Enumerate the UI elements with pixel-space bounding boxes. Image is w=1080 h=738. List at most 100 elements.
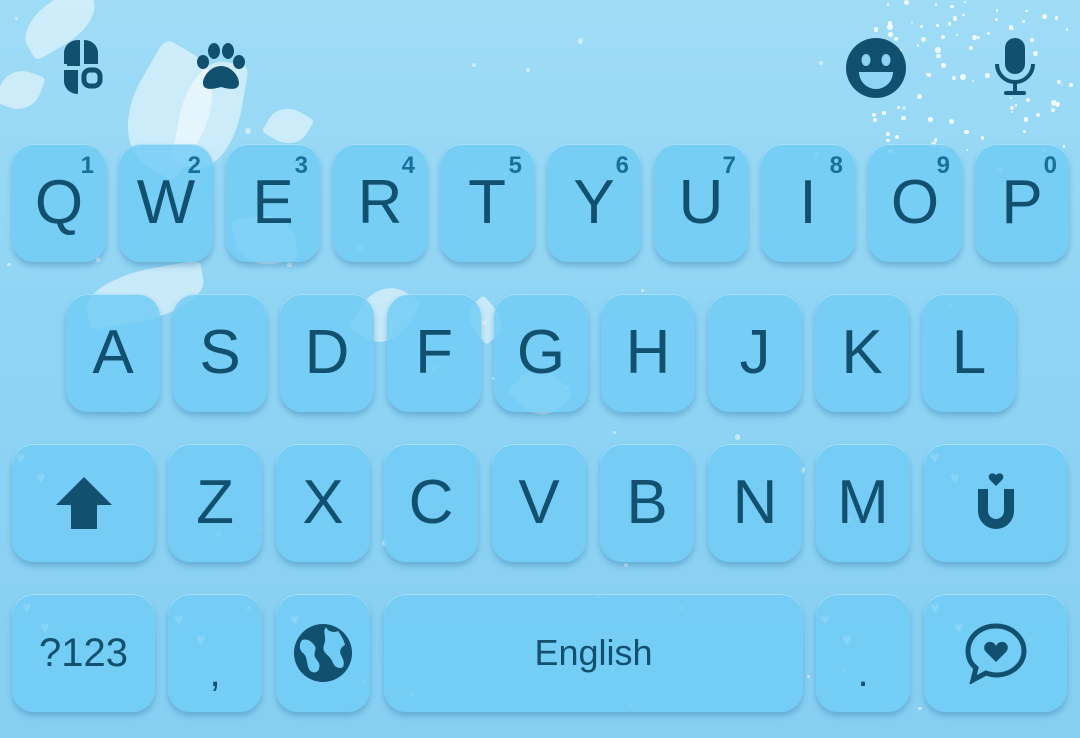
key-z[interactable]: Z (168, 444, 262, 562)
key-o[interactable]: O9 (868, 144, 962, 262)
sparkle-dot (1042, 14, 1047, 19)
key-t[interactable]: T5 (440, 144, 534, 262)
key-h-label: H (625, 318, 671, 387)
key-r[interactable]: R4 (333, 144, 427, 262)
key-w-number-hint: 2 (187, 152, 201, 179)
voice-input-button[interactable] (982, 34, 1048, 100)
sparkle-dot (947, 22, 952, 27)
key-s[interactable]: S (173, 294, 267, 412)
sparkle-dot (934, 3, 938, 7)
sparkle-dot (1025, 10, 1028, 13)
sparkle-dot (1062, 145, 1066, 149)
magnet-icon (977, 473, 1014, 529)
sparkle-dot (920, 36, 927, 43)
space-bar[interactable]: English (384, 594, 803, 712)
sparkle-dot (952, 16, 958, 21)
sticker-paw-button[interactable] (188, 34, 254, 100)
sparkle-dot (525, 67, 531, 73)
symbols-key[interactable]: ?123 (12, 594, 155, 712)
language-switch-key[interactable] (276, 594, 370, 712)
sparkle-dot (1010, 26, 1015, 30)
emoji-button[interactable] (842, 34, 910, 102)
key-i[interactable]: I8 (761, 144, 855, 262)
sparkle-dot (928, 117, 933, 122)
sparkle-dot (1036, 112, 1041, 117)
sparkle-dot (734, 434, 741, 440)
key-y-label: Y (573, 168, 615, 237)
key-o-number-hint: 9 (936, 152, 950, 179)
key-l[interactable]: L (922, 294, 1016, 412)
theme-clover-button[interactable] (48, 34, 114, 100)
key-d[interactable]: D (280, 294, 374, 412)
key-n[interactable]: N (708, 444, 802, 562)
sparkle-dot (917, 94, 923, 100)
sparkle-dot (940, 62, 946, 68)
key-f[interactable]: F (387, 294, 481, 412)
key-t-number-hint: 5 (508, 152, 522, 179)
globe-icon (294, 624, 352, 682)
key-w[interactable]: W2 (119, 144, 213, 262)
microphone-icon (995, 38, 1035, 95)
sparkle-dot (1050, 108, 1055, 113)
sparkle-dot (886, 131, 890, 136)
sparkle-dot (995, 17, 999, 21)
sparkle-dot (903, 0, 909, 6)
symbols-key-label: ?123 (39, 630, 128, 675)
key-f-label: F (415, 318, 453, 387)
key-a[interactable]: A (66, 294, 160, 412)
sparkle-dot (996, 9, 999, 12)
key-g-label: G (516, 318, 566, 387)
key-e-label: E (252, 168, 294, 237)
key-i-label: I (799, 168, 817, 237)
magnet-key[interactable] (924, 444, 1067, 562)
key-p-label: P (1001, 168, 1043, 237)
sparkle-dot (952, 76, 957, 81)
key-u-number-hint: 7 (722, 152, 736, 179)
key-p[interactable]: P0 (975, 144, 1069, 262)
key-t-label: T (468, 168, 506, 237)
key-b[interactable]: B (600, 444, 694, 562)
period-key[interactable]: . (816, 594, 910, 712)
key-v-label: V (518, 468, 560, 537)
key-l-label: L (951, 318, 987, 387)
key-m[interactable]: M (816, 444, 910, 562)
sparkle-dot (949, 4, 954, 9)
sparkle-dot (962, 13, 965, 17)
key-j[interactable]: J (708, 294, 802, 412)
key-c[interactable]: C (384, 444, 478, 562)
sparkle-dot (940, 34, 945, 39)
sparkle-dot (1014, 104, 1017, 107)
key-q-number-hint: 1 (80, 152, 94, 179)
shift-key[interactable] (12, 444, 155, 562)
key-g[interactable]: G (494, 294, 588, 412)
key-e[interactable]: E3 (226, 144, 320, 262)
key-q[interactable]: Q1 (12, 144, 106, 262)
key-h[interactable]: H (601, 294, 695, 412)
key-k[interactable]: K (815, 294, 909, 412)
key-z-label: Z (196, 468, 234, 537)
sparkle-dot (968, 46, 973, 51)
sparkle-dot (886, 3, 890, 6)
heart-petal-decoration (0, 64, 46, 116)
key-y[interactable]: Y6 (547, 144, 641, 262)
key-i-number-hint: 8 (829, 152, 843, 179)
sparkle-dot (980, 135, 985, 140)
sparkle-dot (873, 27, 879, 32)
sparkle-dot (819, 61, 824, 65)
sparkle-dot (806, 674, 811, 679)
key-a-label: A (92, 318, 134, 387)
key-v[interactable]: V (492, 444, 586, 562)
key-u[interactable]: U7 (654, 144, 748, 262)
sparkle-dot (887, 21, 893, 26)
chat-heart-key[interactable] (924, 594, 1067, 712)
key-s-label: S (199, 318, 241, 387)
sparkle-dot (1060, 83, 1063, 86)
sparkle-dot (641, 288, 645, 292)
comma-key[interactable]: , (168, 594, 262, 712)
sparkle-dot (612, 430, 616, 434)
key-o-label: O (890, 168, 940, 237)
key-c-label: C (408, 468, 454, 537)
key-x[interactable]: X (276, 444, 370, 562)
key-p-number-hint: 0 (1043, 152, 1057, 179)
sparkle-dot (886, 138, 890, 143)
